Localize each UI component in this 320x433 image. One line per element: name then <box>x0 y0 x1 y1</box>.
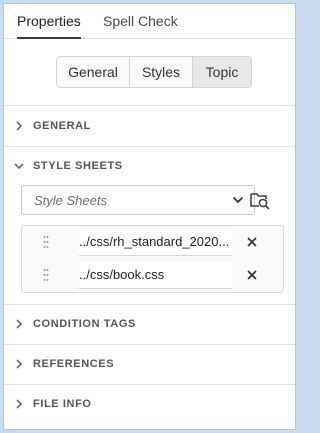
section-file-info-label: FILE INFO <box>33 398 92 410</box>
section-general-label: GENERAL <box>33 120 91 132</box>
segment-general-button[interactable]: General <box>57 57 130 87</box>
tab-properties[interactable]: Properties <box>17 13 81 39</box>
file-name: ../css/book.css <box>79 267 165 282</box>
panel-tabs: Properties Spell Check <box>4 4 295 39</box>
chevron-right-icon <box>16 121 23 131</box>
style-sheets-dropdown-placeholder: Style Sheets <box>34 193 107 208</box>
chevron-right-icon <box>16 399 23 409</box>
section-style-sheets-label: STYLE SHEETS <box>33 160 123 172</box>
drag-handle-icon[interactable] <box>43 268 49 282</box>
style-sheets-list: ../css/rh_standard_2020... ../css/book.c… <box>21 225 284 293</box>
section-general-header[interactable]: GENERAL <box>4 106 295 146</box>
close-icon[interactable] <box>246 236 258 248</box>
section-references-header[interactable]: REFERENCES <box>4 344 295 384</box>
close-icon[interactable] <box>246 269 258 281</box>
section-references-label: REFERENCES <box>33 358 115 370</box>
file-name-field[interactable]: ../css/rh_standard_2020... <box>79 229 232 256</box>
segment-topic-button[interactable]: Topic <box>193 57 251 87</box>
tab-spell-check[interactable]: Spell Check <box>103 13 178 37</box>
list-item: ../css/rh_standard_2020... <box>22 226 283 259</box>
list-item: ../css/book.css <box>22 259 283 292</box>
properties-panel: Properties Spell Check General Styles To… <box>3 3 296 430</box>
folder-search-icon[interactable] <box>249 189 271 211</box>
drag-handle-icon[interactable] <box>43 235 49 249</box>
chevron-down-icon <box>232 196 244 204</box>
chevron-right-icon <box>16 359 23 369</box>
segment-styles-button[interactable]: Styles <box>130 57 193 87</box>
section-condition-tags-label: CONDITION TAGS <box>33 318 136 330</box>
section-file-info-header[interactable]: FILE INFO <box>4 384 295 424</box>
style-sheets-dropdown[interactable]: Style Sheets <box>21 185 255 215</box>
section-condition-tags-header[interactable]: CONDITION TAGS <box>4 304 295 344</box>
properties-segmented-control: General Styles Topic <box>56 56 252 88</box>
file-name-field[interactable]: ../css/book.css <box>79 262 232 289</box>
section-style-sheets-header[interactable]: STYLE SHEETS <box>4 146 295 186</box>
file-name: ../css/rh_standard_2020... <box>79 234 230 249</box>
chevron-down-icon <box>14 163 24 170</box>
chevron-right-icon <box>16 319 23 329</box>
